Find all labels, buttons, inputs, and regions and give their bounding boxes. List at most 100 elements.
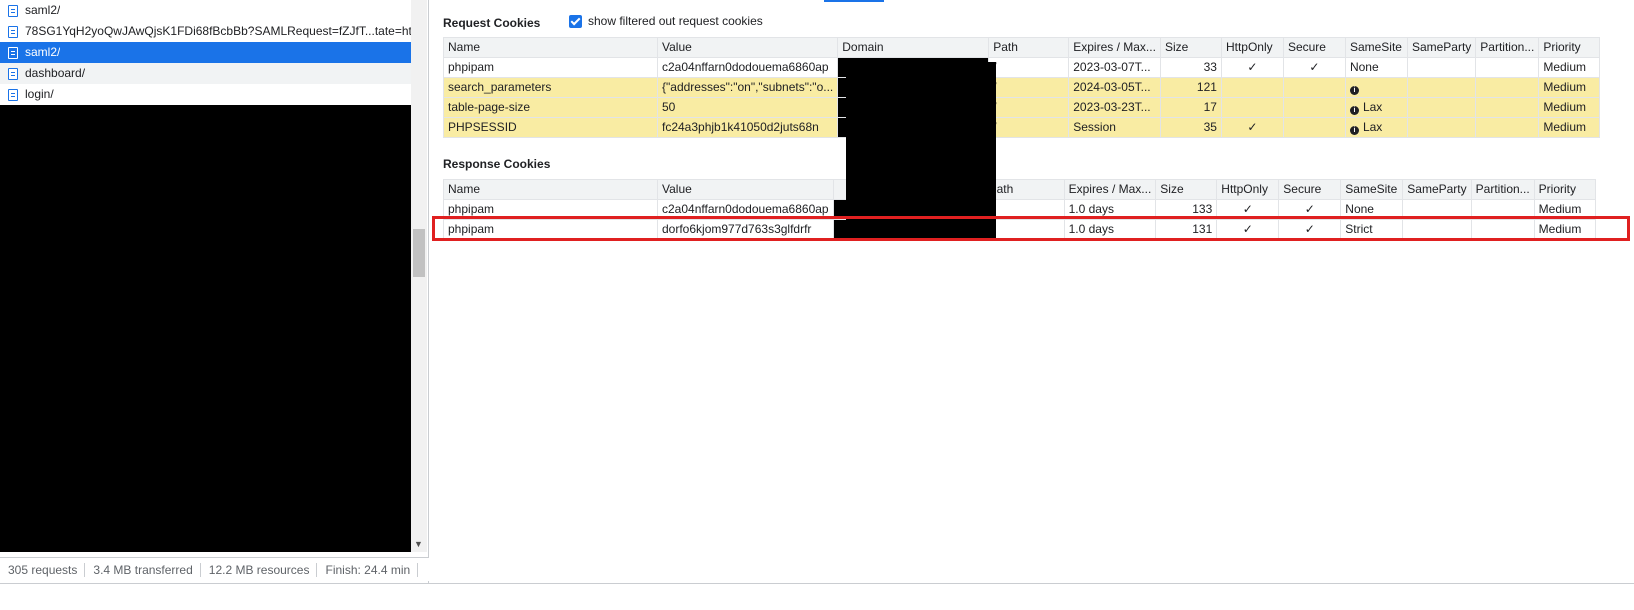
info-icon[interactable]: i: [1349, 86, 1359, 95]
column-header[interactable]: SameParty: [1402, 179, 1472, 200]
cookie-size: 35: [1159, 117, 1222, 138]
cookie-name: table-page-size: [443, 97, 658, 118]
request-list-item[interactable]: 78SG1YqH2yoQwJAwQjsK1FDi68fBcbBb?SAMLReq…: [0, 21, 411, 42]
cookie-name: search_parameters: [443, 77, 658, 98]
show-filtered-label: show filtered out request cookies: [588, 14, 763, 28]
show-filtered-checkbox[interactable]: [569, 14, 582, 28]
cookie-name: phpipam: [443, 57, 658, 78]
cookie-row[interactable]: phpipamc2a04nffarn0dodouema6860ap /2023-0…: [443, 57, 1601, 78]
scroll-down-arrow-icon[interactable]: ▼: [414, 539, 423, 549]
cookie-size: 121: [1159, 77, 1222, 98]
cookie-value: fc24a3phjb1k41050d2juts68n: [656, 117, 839, 138]
cookie-priority: Medium: [1538, 117, 1601, 138]
cookie-samesite: i Lax: [1344, 117, 1408, 138]
column-header[interactable]: Size: [1155, 179, 1218, 200]
response-cookies-title: Response Cookies: [443, 157, 551, 171]
column-header[interactable]: Value: [656, 37, 839, 58]
column-header[interactable]: Path: [983, 179, 1065, 200]
info-icon[interactable]: i: [1349, 106, 1359, 115]
cookie-httponly: ✓: [1220, 117, 1284, 138]
cookie-path: /: [988, 77, 1070, 98]
cookie-priority: Medium: [1538, 77, 1601, 98]
request-name: saml2/: [25, 45, 61, 59]
cookie-secure: [1282, 117, 1346, 138]
column-header[interactable]: SameParty: [1406, 37, 1477, 58]
cookie-samesite: i Lax: [1344, 97, 1408, 118]
cookie-priority: Medium: [1538, 97, 1601, 118]
samesite-value: Lax: [1362, 120, 1383, 134]
cookie-value: {"addresses":"on","subnets":"o...: [656, 77, 839, 98]
cookie-row[interactable]: PHPSESSIDfc24a3phjb1k41050d2juts68n /Sess…: [443, 117, 1601, 138]
cookie-partition: [1475, 57, 1540, 78]
column-header[interactable]: HttpOnly: [1220, 37, 1284, 58]
cookie-name: PHPSESSID: [443, 117, 658, 138]
column-header[interactable]: SameSite: [1344, 37, 1408, 58]
column-header[interactable]: Name: [443, 37, 658, 58]
column-header[interactable]: Path: [988, 37, 1070, 58]
request-list-item[interactable]: login/: [0, 84, 411, 105]
finish-time: Finish: 24.4 min: [317, 562, 419, 577]
cookie-httponly: ✓: [1220, 57, 1284, 78]
active-tab-indicator: [824, 0, 884, 2]
column-header[interactable]: HttpOnly: [1216, 179, 1280, 200]
column-header[interactable]: Priority: [1533, 179, 1596, 200]
request-list-item[interactable]: dashboard/: [0, 63, 411, 84]
cookie-samesite: i: [1344, 77, 1408, 98]
request-list-scrollbar[interactable]: ▼: [411, 0, 427, 552]
info-icon[interactable]: i: [1349, 126, 1359, 135]
highlighted-cookie-annotation: [432, 216, 1630, 241]
column-header[interactable]: SameSite: [1340, 179, 1404, 200]
show-filtered-toggle[interactable]: show filtered out request cookies: [569, 14, 763, 28]
samesite-value: None: [1345, 202, 1374, 216]
column-header[interactable]: Value: [657, 179, 834, 200]
request-list: saml2/78SG1YqH2yoQwJAwQjsK1FDi68fBcbBb?S…: [0, 0, 411, 552]
cookie-sameparty: [1406, 77, 1477, 98]
column-header[interactable]: Expires / Max...: [1068, 37, 1161, 58]
cookie-size: 33: [1159, 57, 1222, 78]
scrollbar-thumb[interactable]: [413, 229, 425, 277]
redacted-domain-block: [846, 62, 996, 239]
column-header[interactable]: Name: [443, 179, 658, 200]
column-header[interactable]: Partition...: [1475, 37, 1540, 58]
bottom-border: [0, 583, 1634, 584]
response-cookies-header-row: Name Value Path Expires / Max... Size HttpOnl…: [443, 179, 1596, 200]
cookie-httponly: [1220, 97, 1284, 118]
cookie-row[interactable]: table-page-size50 /2023-03-23T...17 iLax Me…: [443, 97, 1601, 118]
column-header[interactable]: Priority: [1538, 37, 1601, 58]
column-header[interactable]: Size: [1159, 37, 1222, 58]
devtools-network-window: saml2/78SG1YqH2yoQwJAwQjsK1FDi68fBcbBb?S…: [0, 0, 1634, 610]
cookie-expires: 2023-03-07T...: [1068, 57, 1161, 78]
request-name: 78SG1YqH2yoQwJAwQjsK1FDi68fBcbBb?SAMLReq…: [25, 24, 411, 38]
cookie-expires: 2023-03-23T...: [1068, 97, 1161, 118]
column-header[interactable]: Expires / Max...: [1063, 179, 1157, 200]
cookie-size: 17: [1159, 97, 1222, 118]
request-cookies-title: Request Cookies: [443, 16, 541, 30]
cookie-partition: [1475, 117, 1540, 138]
requests-count: 305 requests: [0, 562, 86, 577]
document-icon: [8, 88, 18, 101]
cookie-value: c2a04nffarn0dodouema6860ap: [656, 57, 839, 78]
document-icon: [8, 67, 18, 80]
document-icon: [8, 46, 18, 59]
cookie-path: /: [988, 57, 1070, 78]
cookie-row[interactable]: search_parameters {"addresses":"on","subn…: [443, 77, 1601, 98]
cookie-path: /: [988, 97, 1070, 118]
cookie-expires: Session: [1068, 117, 1161, 138]
request-name: saml2/: [25, 3, 61, 17]
column-header[interactable]: Domain: [837, 37, 990, 58]
request-list-panel: saml2/78SG1YqH2yoQwJAwQjsK1FDi68fBcbBb?S…: [0, 0, 429, 583]
request-list-item[interactable]: saml2/: [0, 42, 411, 63]
column-header[interactable]: Secure: [1282, 37, 1346, 58]
column-header[interactable]: Secure: [1278, 179, 1342, 200]
network-status-bar: 305 requests 3.4 MB transferred 12.2 MB …: [0, 557, 429, 581]
cookie-priority: Medium: [1538, 57, 1601, 78]
cookie-httponly: [1220, 77, 1284, 98]
transferred-size: 3.4 MB transferred: [85, 562, 201, 577]
cookies-panel: Request Cookies show filtered out reques…: [431, 0, 1634, 583]
cookie-secure: [1282, 97, 1346, 118]
cookie-partition: [1475, 97, 1540, 118]
request-name: login/: [25, 87, 54, 101]
resources-size: 12.2 MB resources: [201, 562, 318, 577]
column-header[interactable]: Partition...: [1470, 179, 1535, 200]
request-list-item[interactable]: saml2/: [0, 0, 411, 21]
